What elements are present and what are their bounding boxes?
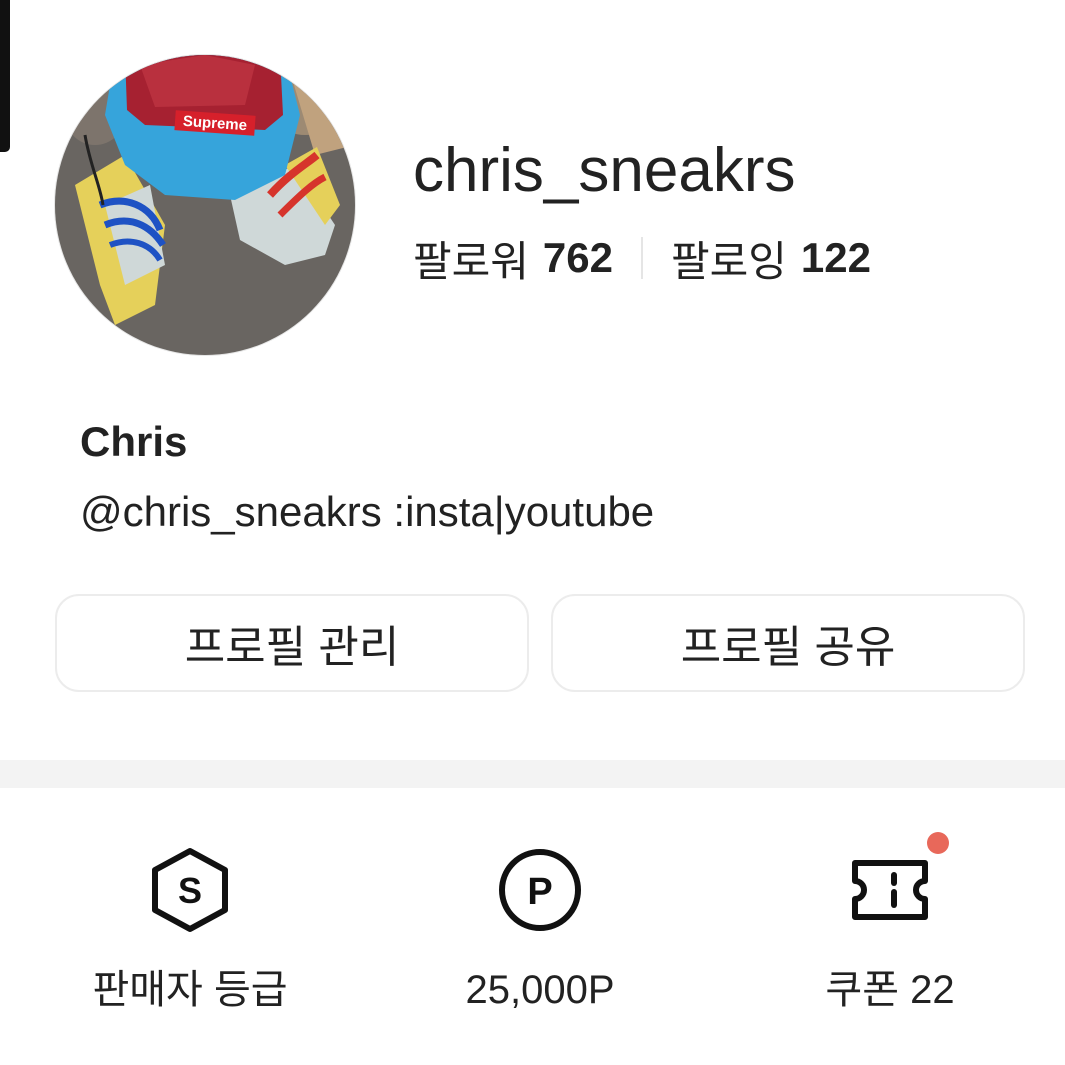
profile-avatar[interactable]: Supreme bbox=[54, 54, 356, 356]
points-circle-icon: P bbox=[499, 849, 581, 931]
points-balance: 25,000P bbox=[465, 968, 615, 1012]
seller-grade-label: 판매자 등급 bbox=[92, 968, 288, 1012]
stats-divider bbox=[641, 237, 643, 279]
avatar-photo: Supreme bbox=[55, 55, 355, 355]
following-label[interactable]: 팔로잉 bbox=[671, 228, 787, 289]
profile-bio: @chris_sneakrs :insta|youtube bbox=[80, 488, 655, 535]
coupon-notification-dot bbox=[927, 832, 949, 854]
window-edge-indicator bbox=[0, 0, 10, 152]
coupon-count: 쿠폰 22 bbox=[825, 968, 955, 1012]
profile-display-name: Chris bbox=[80, 418, 188, 465]
coupon-ticket-icon bbox=[852, 860, 928, 920]
svg-text:S: S bbox=[178, 870, 202, 911]
following-count[interactable]: 122 bbox=[801, 234, 871, 282]
seller-grade-item[interactable]: S 판매자 등급 bbox=[40, 835, 340, 1035]
section-divider bbox=[0, 760, 1065, 788]
points-item[interactable]: P 25,000P bbox=[390, 835, 690, 1035]
share-profile-button[interactable]: 프로필 공유 bbox=[551, 594, 1025, 692]
followers-label[interactable]: 팔로워 bbox=[413, 228, 529, 289]
profile-username: chris_sneakrs bbox=[413, 136, 796, 205]
manage-profile-button[interactable]: 프로필 관리 bbox=[55, 594, 529, 692]
seller-grade-hexagon-icon: S bbox=[152, 848, 228, 932]
coupon-item[interactable]: 쿠폰 22 bbox=[740, 835, 1040, 1035]
svg-text:P: P bbox=[527, 871, 552, 913]
followers-count[interactable]: 762 bbox=[543, 234, 613, 282]
follow-stats: 팔로워 762 팔로잉 122 bbox=[413, 232, 871, 285]
